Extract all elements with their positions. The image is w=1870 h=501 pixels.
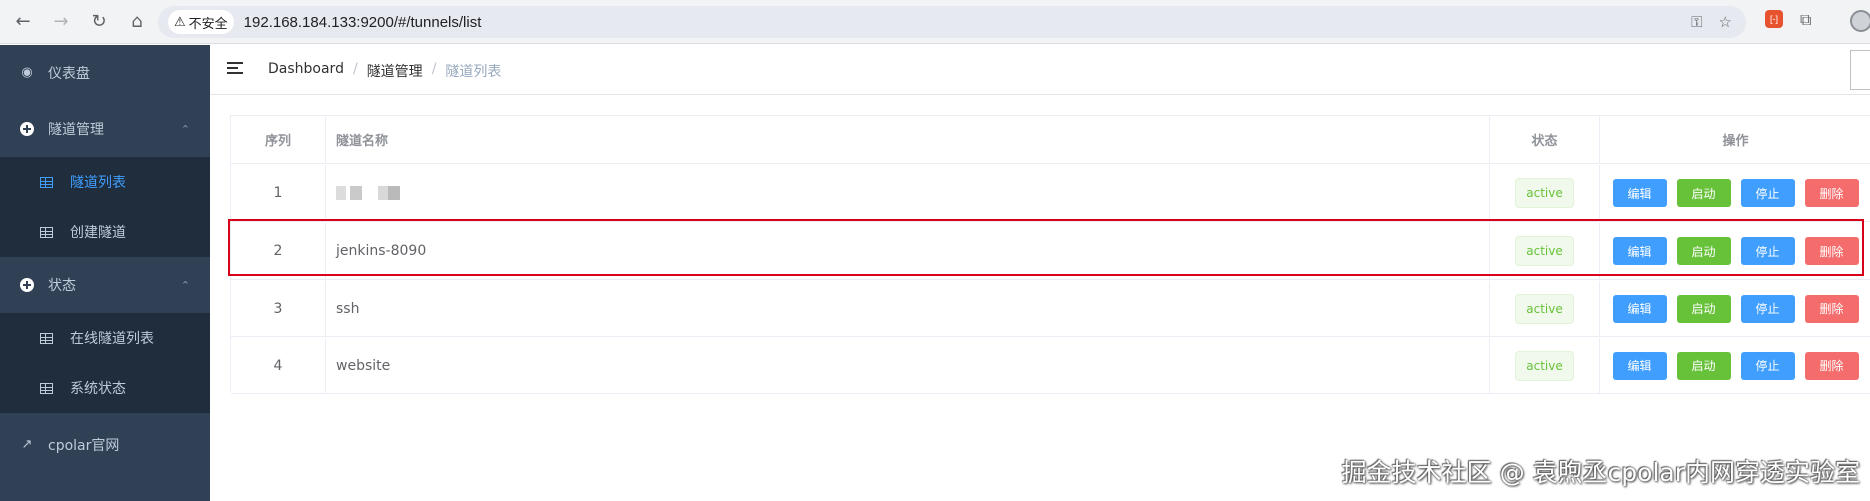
breadcrumb: Dashboard / 隧道管理 / 隧道列表 <box>268 61 501 81</box>
sidebar-item-tunnel-management[interactable]: 隧道管理 ⌃ <box>0 101 210 157</box>
table-row: 4 website active 编辑 启动 停止 删除 <box>231 338 1870 394</box>
sidebar-item-label: 系统状态 <box>70 381 126 397</box>
tunnel-name-redacted <box>326 165 1490 221</box>
tunnel-name: ssh <box>326 281 1490 336</box>
row-index: 3 <box>231 281 326 336</box>
actions-cell: 编辑 启动 停止 删除 <box>1600 281 1870 336</box>
browser-toolbar: ← → ↻ ⌂ ⚠ 不安全 192.168.184.133:9200/#/tun… <box>0 0 1870 44</box>
extensions-puzzle-icon[interactable]: ⧉ <box>1800 10 1818 29</box>
back-icon[interactable]: ← <box>8 7 38 37</box>
submenu-status: 在线隧道列表 系统状态 <box>0 313 210 413</box>
breadcrumb-separator: / <box>352 61 358 77</box>
external-link-icon: ↗ <box>21 437 33 452</box>
edit-button[interactable]: 编辑 <box>1612 179 1667 207</box>
address-bar[interactable]: ⚠ 不安全 192.168.184.133:9200/#/tunnels/lis… <box>158 6 1746 38</box>
sidebar-item-online-tunnels[interactable]: 在线隧道列表 <box>0 313 210 363</box>
sidebar: ◉ 仪表盘 隧道管理 ⌃ 隧道列表 创建隧道 状态 ⌃ 在线隧道列表 系统状态 … <box>0 45 210 501</box>
chevron-up-icon: ⌃ <box>180 278 190 292</box>
warning-icon: ⚠ <box>174 14 186 30</box>
column-header-index: 序列 <box>231 116 326 163</box>
sidebar-item-label: 隧道管理 <box>48 122 104 138</box>
bookmark-star-icon[interactable]: ☆ <box>1719 13 1732 31</box>
plus-circle-icon <box>20 278 34 292</box>
actions-cell: 编辑 启动 停止 删除 <box>1600 165 1870 221</box>
extension-icon[interactable]: [-] <box>1765 10 1783 28</box>
table-icon <box>40 176 53 188</box>
status-cell: active <box>1490 165 1600 221</box>
column-header-status: 状态 <box>1490 116 1600 163</box>
sidebar-item-tunnel-list[interactable]: 隧道列表 <box>0 157 210 207</box>
row-index: 4 <box>231 338 326 393</box>
sidebar-item-system-status[interactable]: 系统状态 <box>0 363 210 413</box>
table-header: 序列 隧道名称 状态 操作 <box>231 116 1870 164</box>
breadcrumb-current: 隧道列表 <box>445 64 502 80</box>
edit-button[interactable]: 编辑 <box>1612 294 1667 323</box>
sidebar-item-label: 仪表盘 <box>48 66 90 82</box>
plus-circle-icon <box>20 122 34 136</box>
breadcrumb-separator: / <box>431 61 437 77</box>
table-icon <box>40 382 53 394</box>
start-button[interactable]: 启动 <box>1676 351 1731 380</box>
sidebar-item-label: 状态 <box>48 278 76 294</box>
status-badge: active <box>1515 350 1574 381</box>
column-header-name: 隧道名称 <box>326 116 1490 163</box>
start-button[interactable]: 启动 <box>1676 179 1731 207</box>
tunnel-name: website <box>326 338 1490 393</box>
delete-button[interactable]: 删除 <box>1804 294 1859 323</box>
profile-avatar[interactable] <box>1850 10 1870 32</box>
status-cell: active <box>1490 338 1600 393</box>
sidebar-item-label: cpolar官网 <box>48 438 120 454</box>
sidebar-item-label: 创建隧道 <box>70 225 126 241</box>
sidebar-item-cpolar-site[interactable]: ↗ cpolar官网 <box>0 417 210 473</box>
table-icon <box>40 332 53 344</box>
start-button[interactable]: 启动 <box>1676 294 1731 323</box>
highlight-box <box>228 219 1864 276</box>
edit-button[interactable]: 编辑 <box>1612 351 1667 380</box>
sidebar-item-status[interactable]: 状态 ⌃ <box>0 257 210 313</box>
status-badge: active <box>1515 293 1574 324</box>
stop-button[interactable]: 停止 <box>1740 179 1795 207</box>
table-row: 1 active 编辑 启动 停止 删除 <box>231 165 1870 222</box>
avatar[interactable] <box>1850 50 1870 90</box>
delete-button[interactable]: 删除 <box>1804 179 1859 207</box>
forward-icon[interactable]: → <box>46 7 76 37</box>
home-icon[interactable]: ⌂ <box>122 7 152 37</box>
redacted-text <box>336 186 406 200</box>
actions-cell: 编辑 启动 停止 删除 <box>1600 338 1870 393</box>
security-indicator[interactable]: ⚠ 不安全 <box>168 10 234 34</box>
breadcrumb-tunnel-management[interactable]: 隧道管理 <box>367 61 423 81</box>
header-divider <box>210 94 1870 95</box>
key-icon[interactable]: ⚿ <box>1691 13 1702 31</box>
watermark: 掘金技术社区 @ 袁煦丞cpolar内网穿透实验室 <box>1341 458 1860 487</box>
security-label: 不安全 <box>188 16 228 32</box>
url-text[interactable]: 192.168.184.133:9200/#/tunnels/list <box>244 14 482 31</box>
sidebar-item-create-tunnel[interactable]: 创建隧道 <box>0 207 210 257</box>
reload-icon[interactable]: ↻ <box>84 7 114 37</box>
chevron-up-icon: ⌃ <box>180 122 190 136</box>
row-index: 1 <box>231 165 326 221</box>
column-header-actions: 操作 <box>1722 134 1749 149</box>
breadcrumb-dashboard[interactable]: Dashboard <box>268 61 344 81</box>
sidebar-item-label: 在线隧道列表 <box>70 331 154 347</box>
table-row: 3 ssh active 编辑 启动 停止 删除 <box>231 281 1870 337</box>
stop-button[interactable]: 停止 <box>1740 351 1795 380</box>
table-icon <box>40 226 53 238</box>
sidebar-item-label: 隧道列表 <box>70 175 126 191</box>
stop-button[interactable]: 停止 <box>1740 294 1795 323</box>
submenu-tunnels: 隧道列表 创建隧道 <box>0 157 210 257</box>
delete-button[interactable]: 删除 <box>1804 351 1859 380</box>
sidebar-item-dashboard[interactable]: ◉ 仪表盘 <box>0 45 210 101</box>
sidebar-toggle-icon[interactable] <box>227 62 243 74</box>
dashboard-icon: ◉ <box>21 65 33 80</box>
status-cell: active <box>1490 281 1600 336</box>
status-badge: active <box>1515 178 1574 208</box>
